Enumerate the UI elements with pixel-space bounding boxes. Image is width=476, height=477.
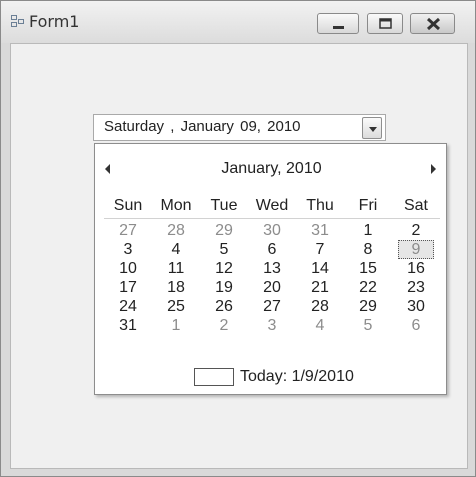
- calendar-month-title[interactable]: January, 2010: [95, 160, 448, 178]
- day-cell[interactable]: 12: [200, 259, 248, 278]
- weekday-header: Mon: [160, 197, 192, 214]
- day-cell[interactable]: 3: [104, 240, 152, 259]
- date-picker-value[interactable]: Saturday , January 09, 2010: [104, 118, 301, 135]
- day-cell[interactable]: 1: [152, 316, 200, 335]
- weekday-header-row: Sun Mon Tue Wed Thu Fri Sat: [104, 196, 440, 219]
- day-cell[interactable]: 7: [296, 240, 344, 259]
- weekday-header: Tue: [210, 197, 238, 214]
- date-day[interactable]: 09,: [240, 118, 261, 135]
- day-cell[interactable]: 21: [296, 278, 344, 297]
- day-cell[interactable]: 28: [296, 297, 344, 316]
- day-cell[interactable]: 2: [392, 221, 440, 240]
- weekday-header: Wed: [255, 197, 289, 214]
- weekday-header: Sat: [403, 197, 428, 214]
- day-cell[interactable]: 26: [200, 297, 248, 316]
- weekday-header: Fri: [358, 197, 378, 214]
- dropdown-arrow-icon: [369, 127, 377, 132]
- day-cell[interactable]: 30: [392, 297, 440, 316]
- date-month[interactable]: January: [181, 118, 234, 135]
- app-icon: [11, 15, 24, 27]
- maximize-button[interactable]: [367, 13, 403, 34]
- week-row: 17 18 19 20 21 22 23: [104, 278, 440, 297]
- date-weekday[interactable]: Saturday: [104, 118, 164, 135]
- day-cell[interactable]: 4: [296, 316, 344, 335]
- minimize-icon: [333, 26, 344, 29]
- selected-day-cell[interactable]: 9: [392, 240, 440, 259]
- day-cell[interactable]: 1: [344, 221, 392, 240]
- day-cell[interactable]: 2: [200, 316, 248, 335]
- date-separator: ,: [170, 118, 175, 135]
- day-cell[interactable]: 29: [200, 221, 248, 240]
- date-picker-field[interactable]: Saturday , January 09, 2010: [93, 114, 386, 141]
- day-cell[interactable]: 19: [200, 278, 248, 297]
- day-cell[interactable]: 13: [248, 259, 296, 278]
- selected-day-label: 9: [398, 240, 434, 259]
- day-cell[interactable]: 23: [392, 278, 440, 297]
- day-cell[interactable]: 14: [296, 259, 344, 278]
- day-cell[interactable]: 4: [152, 240, 200, 259]
- close-button[interactable]: [410, 13, 455, 34]
- weekday-header: Sun: [113, 197, 143, 214]
- today-link[interactable]: Today: 1/9/2010: [240, 368, 354, 386]
- date-year[interactable]: 2010: [267, 118, 300, 135]
- week-row: 10 11 12 13 14 15 16: [104, 259, 440, 278]
- day-cell[interactable]: 8: [344, 240, 392, 259]
- today-marker: [194, 368, 234, 386]
- window-title: Form1: [29, 12, 80, 31]
- day-cell[interactable]: 22: [344, 278, 392, 297]
- day-cell[interactable]: 27: [104, 221, 152, 240]
- next-month-icon[interactable]: [428, 163, 438, 175]
- day-cell[interactable]: 16: [392, 259, 440, 278]
- day-cell[interactable]: 6: [248, 240, 296, 259]
- day-cell[interactable]: 10: [104, 259, 152, 278]
- day-cell[interactable]: 11: [152, 259, 200, 278]
- weekday-header: Thu: [306, 197, 334, 214]
- day-cell[interactable]: 3: [248, 316, 296, 335]
- date-dropdown-button[interactable]: [362, 117, 382, 139]
- title-bar[interactable]: Form1: [1, 1, 475, 43]
- day-cell[interactable]: 28: [152, 221, 200, 240]
- day-cell[interactable]: 18: [152, 278, 200, 297]
- day-cell[interactable]: 24: [104, 297, 152, 316]
- day-cell[interactable]: 6: [392, 316, 440, 335]
- day-cell[interactable]: 31: [104, 316, 152, 335]
- day-cell[interactable]: 15: [344, 259, 392, 278]
- calendar-grid: Sun Mon Tue Wed Thu Fri Sat 27 28 29 30 …: [104, 196, 440, 335]
- day-cell[interactable]: 20: [248, 278, 296, 297]
- week-row: 31 1 2 3 4 5 6: [104, 316, 440, 335]
- month-calendar[interactable]: January, 2010 Sun Mon Tue Wed Thu Fri Sa…: [94, 143, 447, 395]
- week-row: 27 28 29 30 31 1 2: [104, 221, 440, 240]
- maximize-icon: [379, 18, 392, 29]
- day-cell[interactable]: 31: [296, 221, 344, 240]
- day-cell[interactable]: 30: [248, 221, 296, 240]
- minimize-button[interactable]: [317, 13, 359, 34]
- day-cell[interactable]: 29: [344, 297, 392, 316]
- close-icon: [426, 17, 441, 31]
- day-cell[interactable]: 27: [248, 297, 296, 316]
- week-row: 3 4 5 6 7 8 9: [104, 240, 440, 259]
- day-cell[interactable]: 5: [200, 240, 248, 259]
- day-cell[interactable]: 17: [104, 278, 152, 297]
- week-row: 24 25 26 27 28 29 30: [104, 297, 440, 316]
- day-cell[interactable]: 5: [344, 316, 392, 335]
- day-cell[interactable]: 25: [152, 297, 200, 316]
